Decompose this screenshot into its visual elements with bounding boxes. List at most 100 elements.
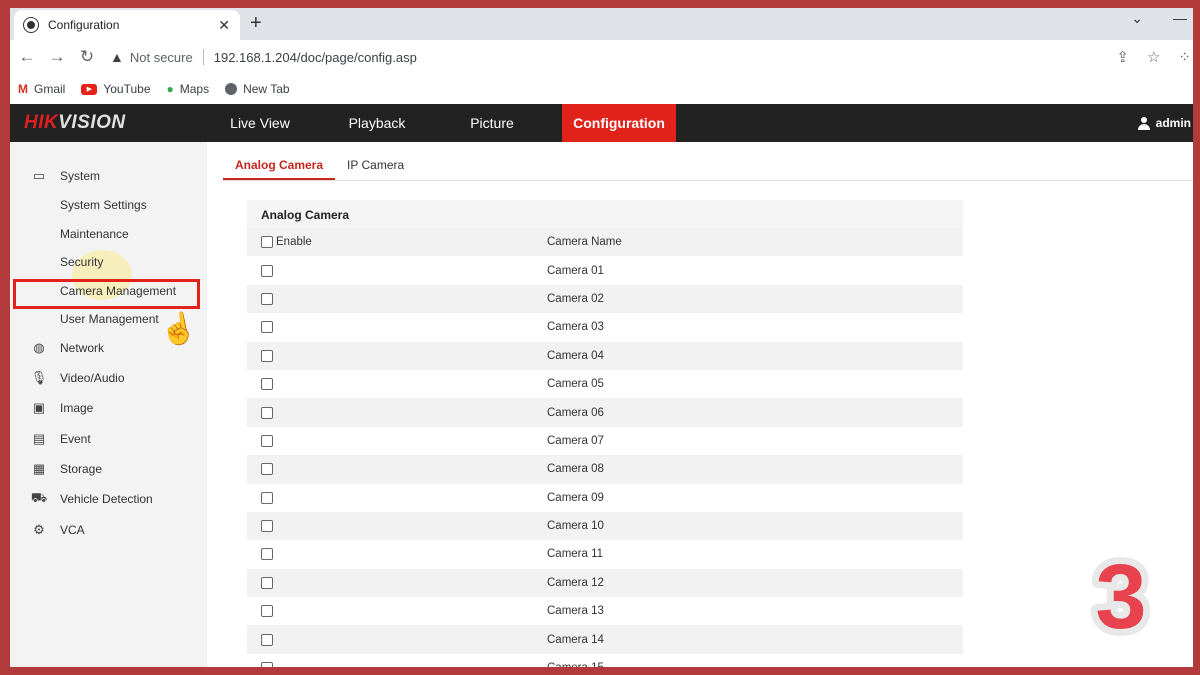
user-menu[interactable]: admin bbox=[1137, 104, 1191, 142]
tab-close-icon[interactable]: ✕ bbox=[218, 17, 230, 34]
camera-enable-checkbox[interactable] bbox=[261, 520, 273, 533]
sidebar-item-security[interactable]: Security bbox=[60, 255, 103, 269]
extensions-icon[interactable]: ⁘ bbox=[1178, 48, 1191, 66]
sidebar-item-event[interactable]: ▤ Event bbox=[10, 431, 207, 447]
camera-name: Camera 15 bbox=[547, 662, 604, 667]
camera-enable-checkbox[interactable] bbox=[261, 548, 273, 561]
bookmark-youtube[interactable]: ▶ YouTube bbox=[81, 82, 151, 96]
step-number-badge: 3 3 bbox=[1088, 548, 1153, 644]
bookmark-new-tab[interactable]: New Tab bbox=[225, 82, 290, 96]
url-text[interactable]: 192.168.1.204/doc/page/config.asp bbox=[214, 50, 417, 65]
step-number: 3 bbox=[1095, 548, 1146, 644]
camera-enable-checkbox[interactable] bbox=[261, 378, 273, 391]
browser-tabstrip: Configuration ✕ + ⌄ — bbox=[10, 8, 1193, 40]
sidebar-item-system[interactable]: ▭ System bbox=[10, 168, 207, 184]
menu-playback[interactable]: Playback bbox=[312, 104, 442, 142]
sidebar-item-user-management[interactable]: User Management bbox=[60, 312, 159, 326]
sidebar-item-video-audio[interactable]: 🎙︎ Video/Audio bbox=[10, 370, 207, 386]
share-icon[interactable]: ⇪ bbox=[1116, 48, 1129, 66]
table-row: Camera 03 bbox=[247, 313, 963, 341]
camera-enable-checkbox[interactable] bbox=[261, 321, 273, 334]
camera-enable-checkbox[interactable] bbox=[261, 434, 273, 447]
user-icon bbox=[1137, 116, 1150, 130]
app-header: HIK VISION Live View Playback Picture Con… bbox=[10, 104, 1193, 142]
camera-enable-checkbox[interactable] bbox=[261, 576, 273, 589]
enable-all-checkbox[interactable] bbox=[261, 236, 273, 249]
camera-name: Camera 01 bbox=[547, 264, 604, 277]
tab-title: Configuration bbox=[48, 18, 120, 32]
camera-enable-checkbox[interactable] bbox=[261, 406, 273, 419]
table-row: Camera 02 bbox=[247, 284, 963, 314]
camera-name: Camera 06 bbox=[547, 406, 604, 419]
camera-name: Camera 02 bbox=[547, 292, 604, 305]
hikvision-logo: HIK VISION bbox=[24, 112, 126, 133]
bookmarks-bar: M Gmail ▶ YouTube ● Maps New Tab bbox=[10, 74, 1193, 104]
camera-name: Camera 12 bbox=[547, 576, 604, 589]
table-row: Camera 10 bbox=[247, 511, 963, 541]
tab-search-icon[interactable]: ⌄ bbox=[1131, 10, 1143, 27]
browser-toolbar: ← → ↻ ▲ Not secure 192.168.1.204/doc/pag… bbox=[10, 40, 1193, 74]
camera-enable-checkbox[interactable] bbox=[261, 491, 273, 504]
camera-name: Camera 10 bbox=[547, 520, 604, 533]
menu-picture[interactable]: Picture bbox=[442, 104, 542, 142]
camera-enable-checkbox[interactable] bbox=[261, 633, 273, 646]
hikvision-favicon-icon bbox=[23, 17, 39, 33]
tab-divider bbox=[223, 180, 1193, 181]
table-row: Camera 07 bbox=[247, 427, 963, 455]
table-row: Camera 04 bbox=[247, 341, 963, 370]
youtube-icon: ▶ bbox=[81, 83, 98, 95]
table-row: Camera 12 bbox=[247, 568, 963, 598]
vca-gear-icon: ⚙ bbox=[33, 522, 45, 537]
reload-icon[interactable]: ↻ bbox=[72, 47, 102, 67]
sidebar-item-storage[interactable]: ▦ Storage bbox=[10, 461, 207, 477]
main-content: Analog Camera IP Camera Analog Camera En… bbox=[207, 142, 1193, 667]
table-header: Enable Camera Name bbox=[247, 228, 963, 257]
camera-enable-checkbox[interactable] bbox=[261, 605, 273, 618]
tab-analog-camera[interactable]: Analog Camera bbox=[223, 154, 336, 180]
screen-frame: Configuration ✕ + ⌄ — ← → ↻ ▲ Not secure… bbox=[10, 8, 1193, 667]
back-arrow-icon[interactable]: ← bbox=[12, 47, 42, 67]
table-row: Camera 15 bbox=[247, 654, 963, 667]
forward-arrow-icon[interactable]: → bbox=[42, 47, 72, 67]
enable-column-header: Enable bbox=[276, 236, 312, 249]
camera-enable-checkbox[interactable] bbox=[261, 264, 273, 277]
sidebar-item-system-settings[interactable]: System Settings bbox=[60, 198, 147, 212]
bookmark-gmail[interactable]: M Gmail bbox=[18, 82, 65, 96]
camera-name: Camera 04 bbox=[547, 349, 604, 362]
maps-pin-icon: ● bbox=[166, 82, 174, 96]
camera-enable-checkbox[interactable] bbox=[261, 463, 273, 476]
new-tab-button[interactable]: + bbox=[250, 12, 262, 35]
menu-live-view[interactable]: Live View bbox=[210, 104, 310, 142]
camera-enable-checkbox[interactable] bbox=[261, 292, 273, 305]
camera-enable-checkbox[interactable] bbox=[261, 662, 273, 667]
table-row: Camera 05 bbox=[247, 370, 963, 398]
sidebar-item-image[interactable]: ▣ Image bbox=[10, 400, 207, 416]
camera-enable-checkbox[interactable] bbox=[261, 349, 273, 362]
table-row: Camera 06 bbox=[247, 398, 963, 427]
microphone-icon: 🎙︎ bbox=[30, 370, 48, 385]
gmail-icon: M bbox=[18, 82, 28, 96]
sidebar-item-maintenance[interactable]: Maintenance bbox=[60, 227, 129, 241]
camera-name: Camera 11 bbox=[547, 548, 604, 561]
sidebar: ▭ System System Settings Maintenance Sec… bbox=[10, 142, 207, 667]
browser-tab[interactable]: Configuration ✕ bbox=[14, 10, 240, 40]
sidebar-item-vehicle-detection[interactable]: ⛟ Vehicle Detection bbox=[10, 490, 207, 507]
sidebar-item-vca[interactable]: ⚙ VCA bbox=[10, 522, 207, 538]
table-row: Camera 08 bbox=[247, 455, 963, 484]
bookmark-star-icon[interactable]: ☆ bbox=[1147, 48, 1160, 66]
camera-name: Camera 08 bbox=[547, 463, 604, 476]
image-icon: ▣ bbox=[32, 400, 46, 415]
tab-ip-camera[interactable]: IP Camera bbox=[335, 154, 416, 180]
menu-configuration[interactable]: Configuration bbox=[562, 104, 676, 142]
camera-tabs: Analog Camera IP Camera bbox=[223, 154, 416, 180]
minimize-button[interactable]: — bbox=[1173, 10, 1187, 27]
address-bar[interactable]: ▲ Not secure 192.168.1.204/doc/page/conf… bbox=[110, 49, 417, 65]
bookmark-maps[interactable]: ● Maps bbox=[167, 82, 210, 96]
event-calendar-icon: ▤ bbox=[32, 431, 46, 446]
system-window-icon: ▭ bbox=[32, 168, 46, 183]
camera-name: Camera 05 bbox=[547, 378, 604, 391]
table-row: Camera 09 bbox=[247, 484, 963, 512]
table-row: Camera 13 bbox=[247, 597, 963, 625]
camera-name: Camera 13 bbox=[547, 605, 604, 618]
user-name: admin bbox=[1155, 116, 1191, 130]
